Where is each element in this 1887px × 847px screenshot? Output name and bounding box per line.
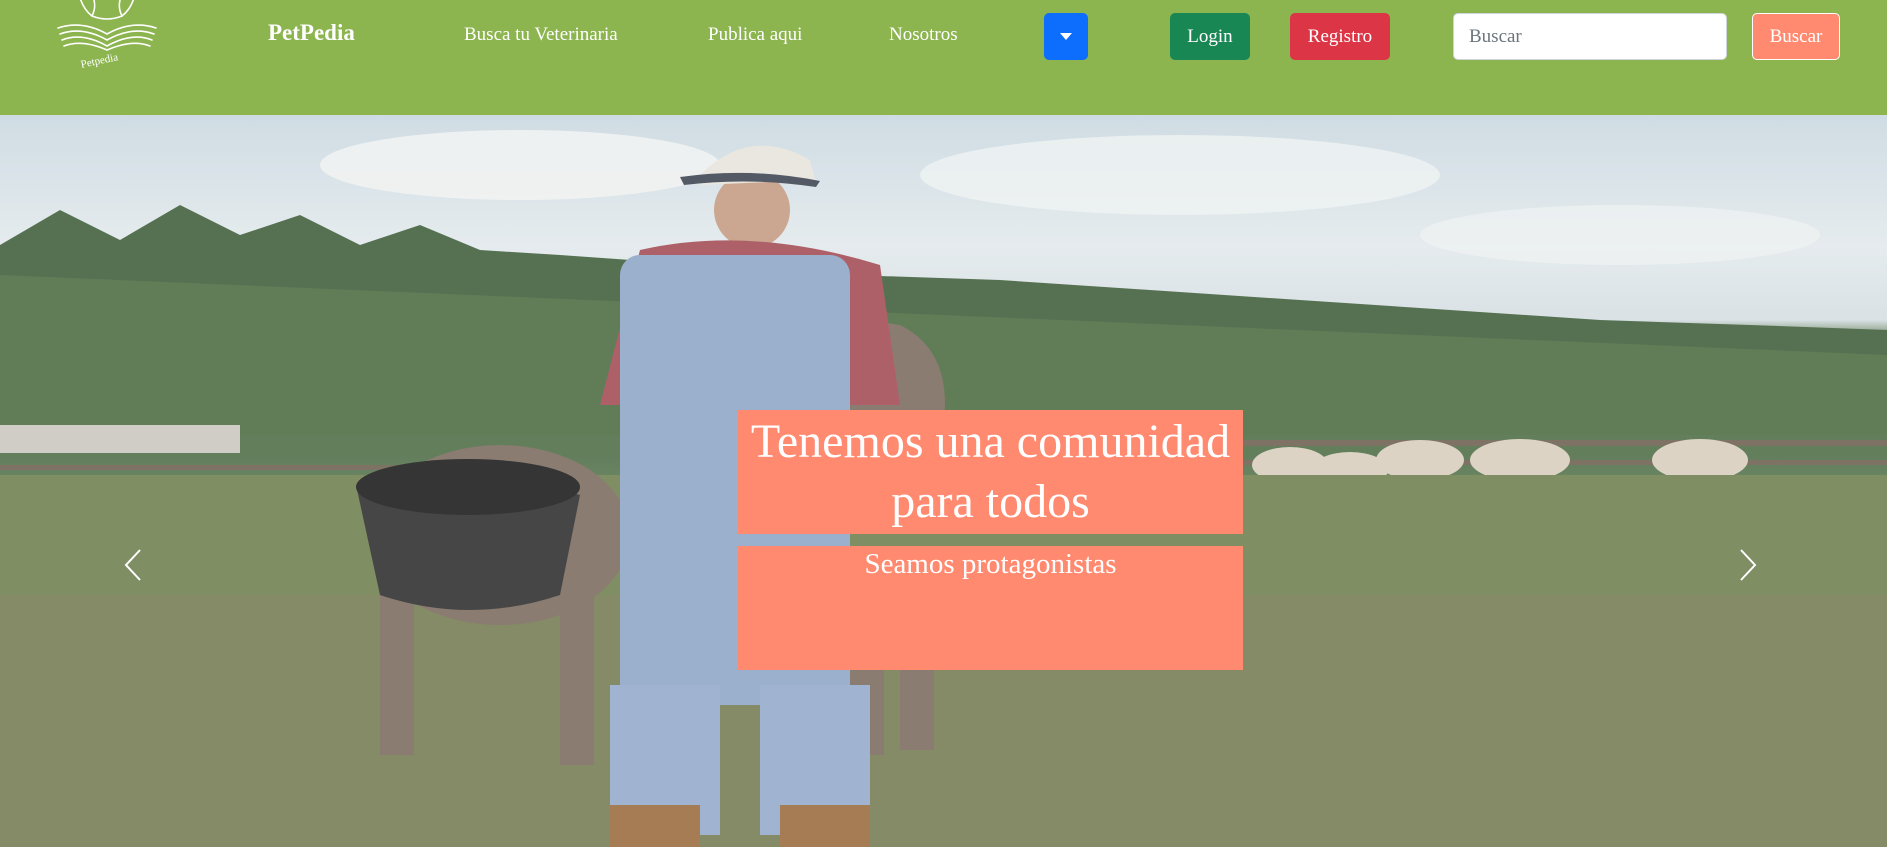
hero-subtitle: Seamos protagonistas — [738, 546, 1243, 670]
register-button[interactable]: Registro — [1290, 13, 1390, 60]
carousel-next-button[interactable] — [1733, 540, 1763, 590]
hero-carousel: Tenemos una comunidad para todos Seamos … — [0, 115, 1887, 847]
navbar: Petpedia PetPedia Busca tu Veterinaria P… — [0, 0, 1887, 115]
logo-text: Petpedia — [80, 51, 120, 71]
nav-link-nosotros[interactable]: Nosotros — [889, 24, 958, 46]
chevron-left-icon — [124, 549, 141, 581]
brand-name[interactable]: PetPedia — [268, 20, 355, 46]
petpedia-logo[interactable]: Petpedia — [52, 0, 162, 74]
search-input[interactable] — [1453, 13, 1727, 60]
search-button[interactable]: Buscar — [1752, 13, 1840, 60]
caret-down-icon — [1060, 33, 1072, 40]
nav-link-publica-aqui[interactable]: Publica aqui — [708, 24, 802, 46]
chevron-right-icon — [1740, 549, 1757, 581]
login-button[interactable]: Login — [1170, 13, 1250, 60]
carousel-prev-button[interactable] — [118, 540, 148, 590]
hero-title: Tenemos una comunidad para todos — [738, 410, 1243, 534]
dropdown-toggle-button[interactable] — [1044, 13, 1088, 60]
nav-link-busca-veterinaria[interactable]: Busca tu Veterinaria — [464, 24, 618, 46]
